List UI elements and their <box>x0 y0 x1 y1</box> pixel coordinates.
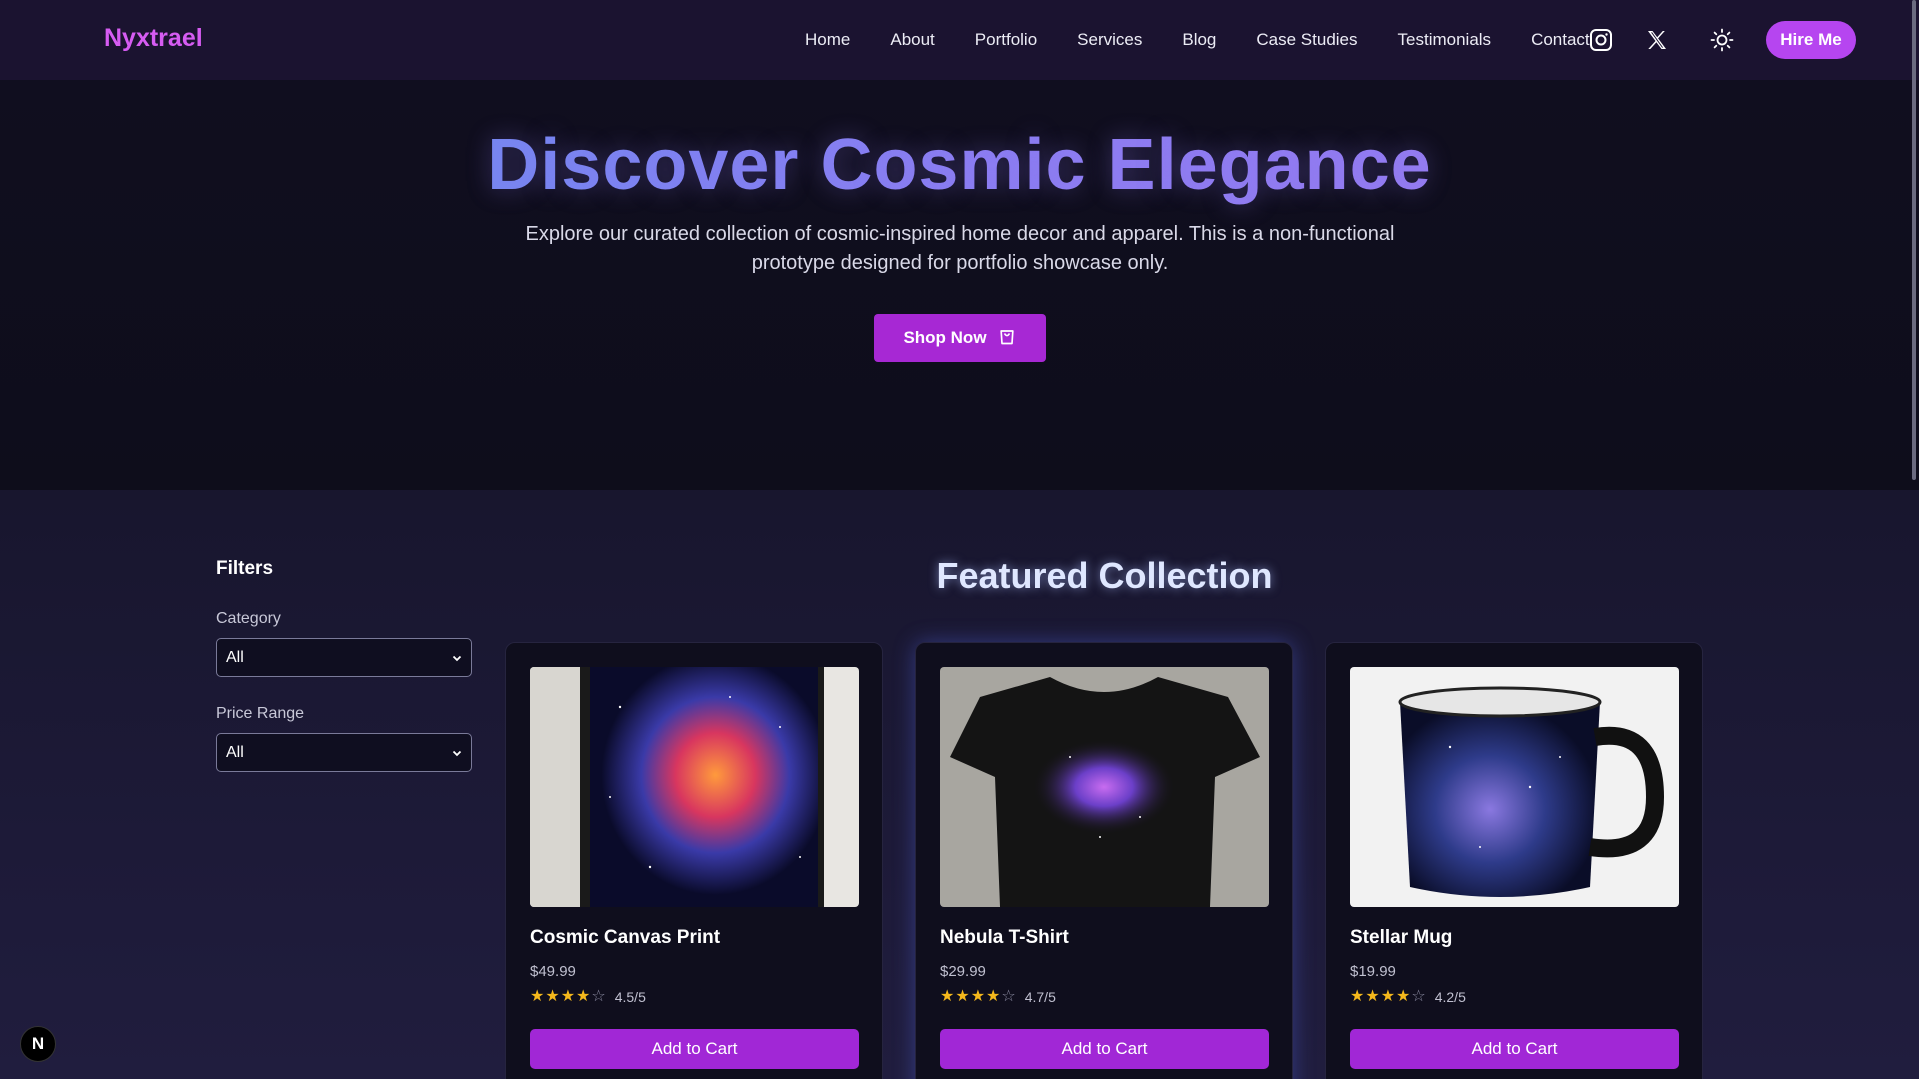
add-to-cart-button[interactable]: Add to Cart <box>940 1029 1269 1069</box>
shopping-bag-icon <box>997 326 1017 351</box>
star-filled-icon: ★ <box>986 988 1001 1005</box>
add-to-cart-button[interactable]: Add to Cart <box>530 1029 859 1069</box>
nav-link-about[interactable]: About <box>890 30 934 50</box>
add-to-cart-button[interactable]: Add to Cart <box>1350 1029 1679 1069</box>
nav-link-case-studies[interactable]: Case Studies <box>1256 30 1357 50</box>
hero-section: Discover Cosmic Elegance Explore our cur… <box>0 80 1919 490</box>
product-card: Stellar Mug $19.99 ★ ★ ★ ★ ☆ 4.2/5 Add t… <box>1325 642 1703 1079</box>
sun-theme-icon[interactable] <box>1706 24 1738 56</box>
price-range-select-value: All <box>226 743 244 761</box>
nav-link-testimonials[interactable]: Testimonials <box>1398 30 1492 50</box>
rating-text: 4.5/5 <box>614 989 646 1005</box>
star-filled-icon: ★ <box>560 988 576 1005</box>
price-range-select[interactable]: All <box>216 733 472 772</box>
chevron-down-icon <box>451 746 463 764</box>
shop-now-label: Shop Now <box>903 328 987 347</box>
star-filled-icon: ★ <box>530 988 545 1005</box>
category-label: Category <box>216 610 281 627</box>
nav-link-blog[interactable]: Blog <box>1182 30 1216 50</box>
product-name[interactable]: Cosmic Canvas Print <box>530 927 720 949</box>
product-name[interactable]: Stellar Mug <box>1350 927 1452 949</box>
nav-link-services[interactable]: Services <box>1077 30 1142 50</box>
hero-subtitle: Explore our curated collection of cosmic… <box>525 223 1395 274</box>
x-twitter-icon[interactable] <box>1641 24 1673 56</box>
nav-link-contact[interactable]: Contact <box>1531 30 1590 50</box>
star-empty-icon: ☆ <box>591 988 606 1005</box>
star-filled-icon: ★ <box>940 988 955 1005</box>
product-image[interactable] <box>940 667 1269 907</box>
star-empty-icon: ☆ <box>1411 988 1426 1005</box>
star-filled-icon: ★ <box>970 988 986 1005</box>
page-scrollbar[interactable] <box>1909 0 1919 1079</box>
star-filled-icon: ★ <box>1365 988 1380 1005</box>
star-filled-icon: ★ <box>545 988 560 1005</box>
product-card: Cosmic Canvas Print $49.99 ★ ★ ★ ★ ☆ 4.5… <box>505 642 883 1079</box>
product-image[interactable] <box>1350 667 1679 907</box>
shop-now-button[interactable]: Shop Now <box>874 314 1046 362</box>
rating-text: 4.2/5 <box>1434 989 1466 1005</box>
product-price: $29.99 <box>940 963 986 980</box>
hire-me-button[interactable]: Hire Me <box>1766 21 1856 59</box>
site-logo[interactable]: Nyxtrael <box>104 24 203 53</box>
page: Nyxtrael Home About Portfolio Services B… <box>0 0 1919 1079</box>
category-select[interactable]: All <box>216 638 472 677</box>
product-rating: ★ ★ ★ ★ ☆ 4.5/5 <box>530 988 646 1006</box>
product-rating: ★ ★ ★ ★ ☆ 4.2/5 <box>1350 988 1466 1006</box>
product-rating: ★ ★ ★ ★ ☆ 4.7/5 <box>940 988 1056 1006</box>
nav-link-portfolio[interactable]: Portfolio <box>975 30 1037 50</box>
scrollbar-thumb[interactable] <box>1912 0 1916 480</box>
star-filled-icon: ★ <box>955 988 970 1005</box>
product-price: $19.99 <box>1350 963 1396 980</box>
product-price: $49.99 <box>530 963 576 980</box>
product-name[interactable]: Nebula T-Shirt <box>940 927 1069 949</box>
instagram-icon[interactable] <box>1585 24 1617 56</box>
product-card: Nebula T-Shirt $29.99 ★ ★ ★ ★ ☆ 4.7/5 Ad… <box>915 642 1293 1079</box>
dev-tools-badge[interactable]: N <box>20 1026 56 1062</box>
nav-links: Home About Portfolio Services Blog Case … <box>805 0 1630 80</box>
nav-link-home[interactable]: Home <box>805 30 850 50</box>
shop-section: Filters Category All Price Range All Fea… <box>0 490 1919 1079</box>
hero-title: Discover Cosmic Elegance <box>0 124 1919 206</box>
star-filled-icon: ★ <box>1380 988 1396 1005</box>
star-filled-icon: ★ <box>1350 988 1365 1005</box>
rating-text: 4.7/5 <box>1024 989 1056 1005</box>
featured-collection-title: Featured Collection <box>936 555 1273 596</box>
top-navbar: Nyxtrael Home About Portfolio Services B… <box>0 0 1919 80</box>
price-range-label: Price Range <box>216 705 305 722</box>
category-select-value: All <box>226 648 244 666</box>
chevron-down-icon <box>451 651 463 669</box>
product-image[interactable] <box>530 667 859 907</box>
star-empty-icon: ☆ <box>1001 988 1016 1005</box>
star-filled-icon: ★ <box>576 988 591 1005</box>
star-filled-icon: ★ <box>1396 988 1411 1005</box>
